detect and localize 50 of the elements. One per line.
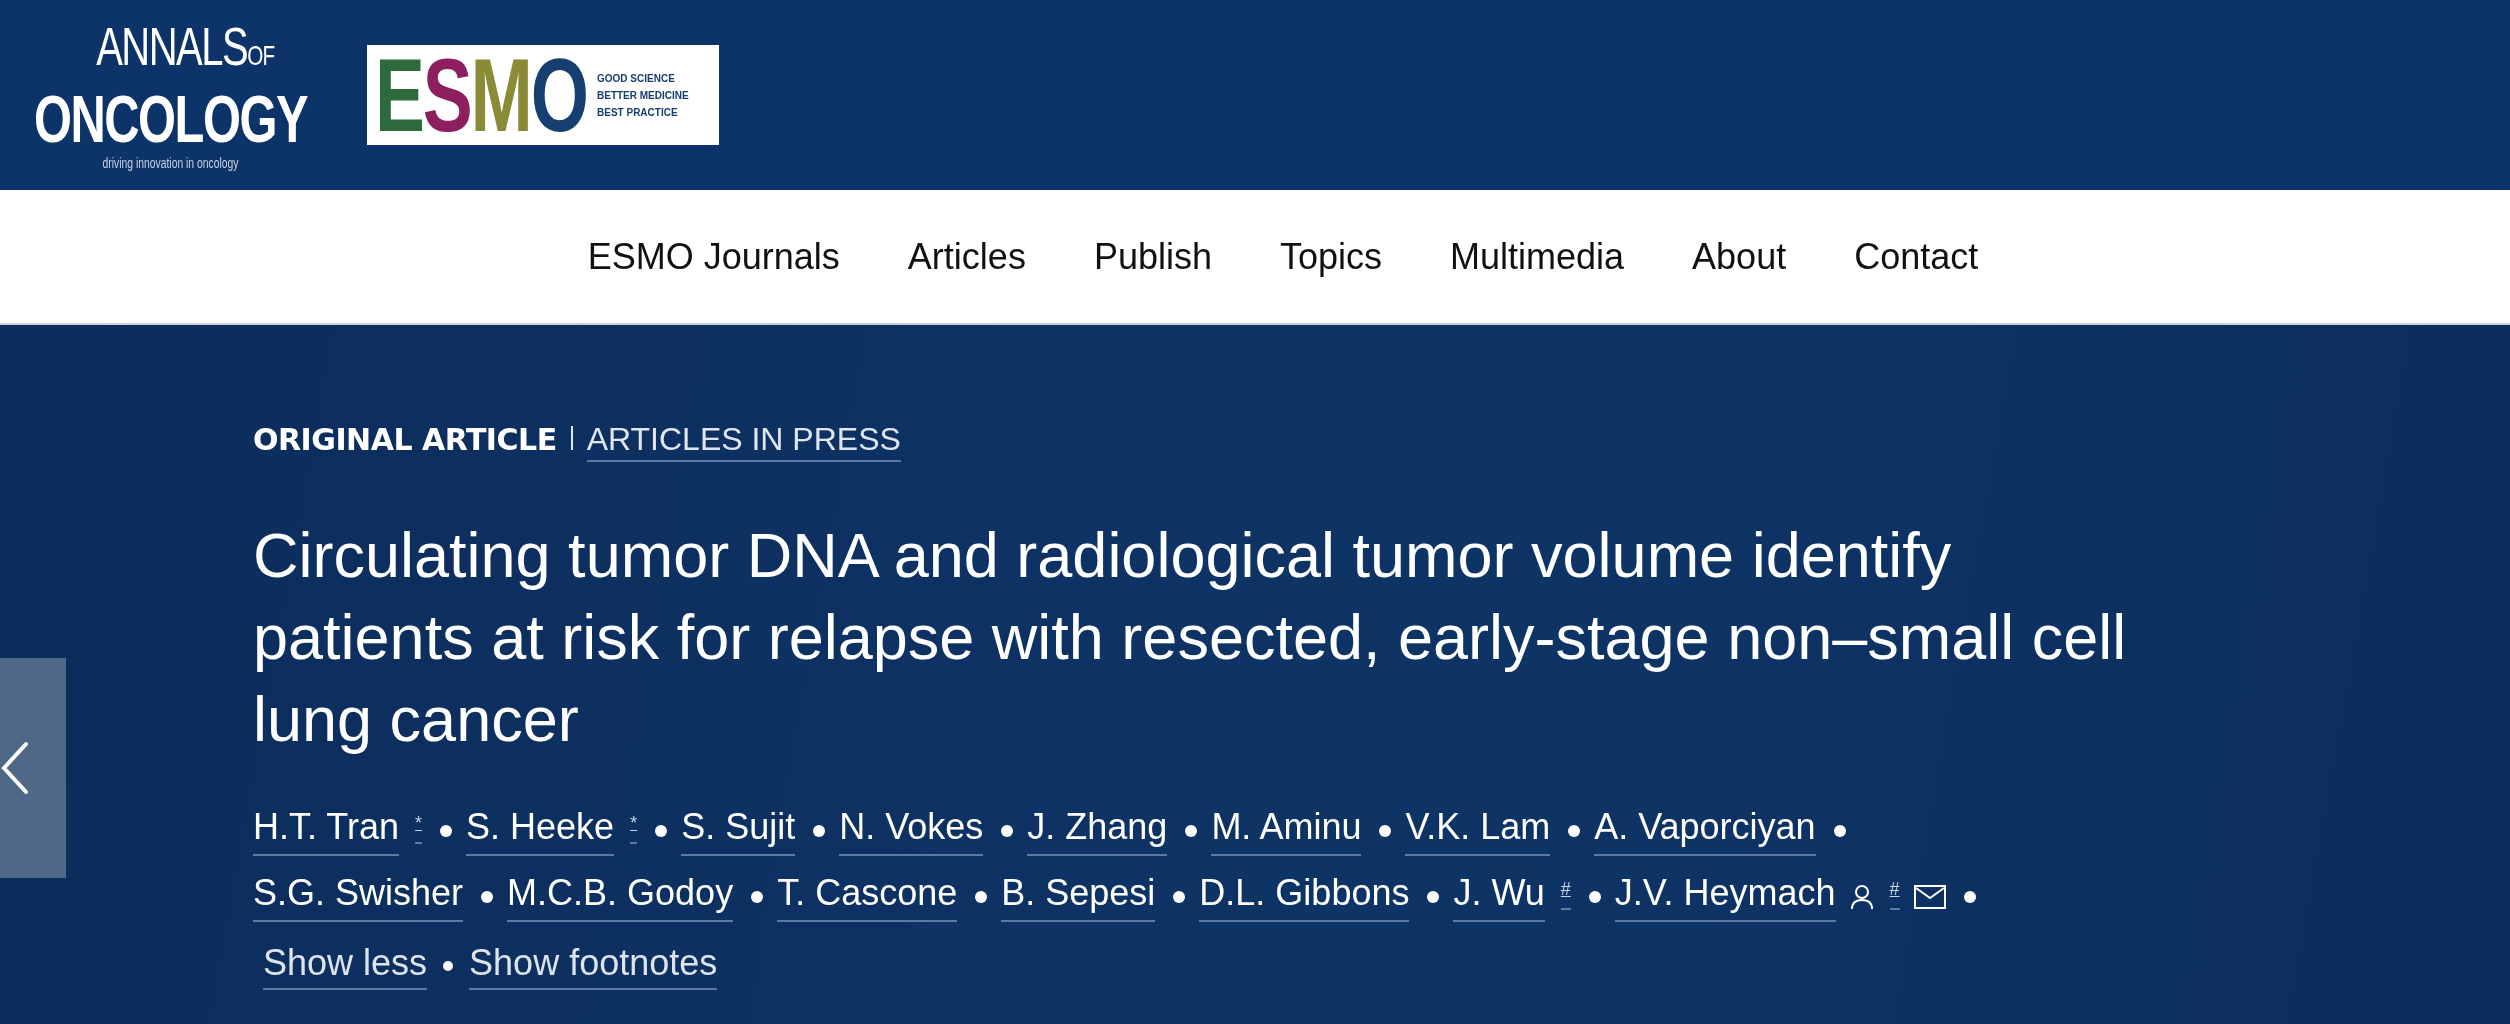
- author-link[interactable]: J. Wu: [1453, 872, 1545, 922]
- author-link[interactable]: V.K. Lam: [1405, 806, 1551, 856]
- separator-dot: [1001, 825, 1014, 837]
- separator-dot: [1568, 825, 1581, 837]
- separator-dot: [440, 825, 453, 837]
- nav-link[interactable]: Publish: [1059, 227, 1246, 286]
- footnote-mark[interactable]: *: [415, 813, 423, 844]
- article-title: Circulating tumor DNA and radiological tumor volume identify patients at risk for relapse with resected, early-stage non–small cell lung cancer: [253, 519, 2128, 756]
- separator-dot: [1833, 825, 1846, 837]
- separator-dot: [813, 825, 826, 837]
- nav-link[interactable]: Contact: [1820, 227, 2013, 286]
- journal-logo[interactable]: ANNALSOF ONCOLOGY driving innovation in oncology: [34, 18, 308, 172]
- author-link[interactable]: J.V. Heymach: [1614, 872, 1836, 922]
- footnote-mark[interactable]: #: [1560, 879, 1571, 910]
- author-link[interactable]: N. Vokes: [839, 806, 984, 856]
- author-link[interactable]: B. Sepesi: [1001, 872, 1156, 922]
- author-link[interactable]: D.L. Gibbons: [1199, 872, 1410, 922]
- separator-dot: [655, 825, 668, 837]
- separator-dot: [1427, 891, 1440, 903]
- author-link[interactable]: T. Cascone: [777, 872, 958, 922]
- author-link[interactable]: S. Heeke: [466, 806, 615, 856]
- author-link[interactable]: J. Zhang: [1027, 806, 1168, 856]
- separator-dot: [751, 891, 764, 903]
- author-link[interactable]: M.C.B. Godoy: [507, 872, 734, 922]
- mail-icon[interactable]: [1913, 885, 1946, 909]
- author-link[interactable]: H.T. Tran: [253, 806, 400, 856]
- nav-link[interactable]: Multimedia: [1416, 227, 1659, 286]
- article-type: ORIGINAL ARTICLE: [253, 422, 557, 457]
- toggle-link[interactable]: Show less: [263, 942, 428, 990]
- footnote-mark[interactable]: #: [1889, 879, 1900, 910]
- nav-link[interactable]: Articles: [873, 227, 1060, 286]
- author-link[interactable]: S. Sujit: [681, 806, 796, 856]
- nav-link[interactable]: ESMO Journals: [553, 227, 874, 286]
- author-link[interactable]: A. Vaporciyan: [1594, 806, 1816, 856]
- author-link[interactable]: S.G. Swisher: [253, 872, 464, 922]
- section-link[interactable]: ARTICLES IN PRESS: [586, 421, 901, 462]
- author-link[interactable]: M. Aminu: [1211, 806, 1362, 856]
- separator-dot: [975, 891, 988, 903]
- nav-link[interactable]: About: [1658, 227, 1821, 286]
- separator-dot: [1173, 891, 1186, 903]
- person-icon[interactable]: [1849, 884, 1874, 910]
- separator-dot: [1588, 891, 1601, 903]
- nav-link[interactable]: Topics: [1245, 227, 1416, 286]
- separator-dot: [443, 961, 454, 971]
- separator-dot: [1963, 891, 1976, 903]
- separator-dot: [481, 891, 494, 903]
- separator-dot: [1185, 825, 1198, 837]
- toggle-link[interactable]: Show footnotes: [469, 942, 718, 990]
- separator-dot: [1379, 825, 1392, 837]
- footnote-mark[interactable]: *: [630, 813, 638, 844]
